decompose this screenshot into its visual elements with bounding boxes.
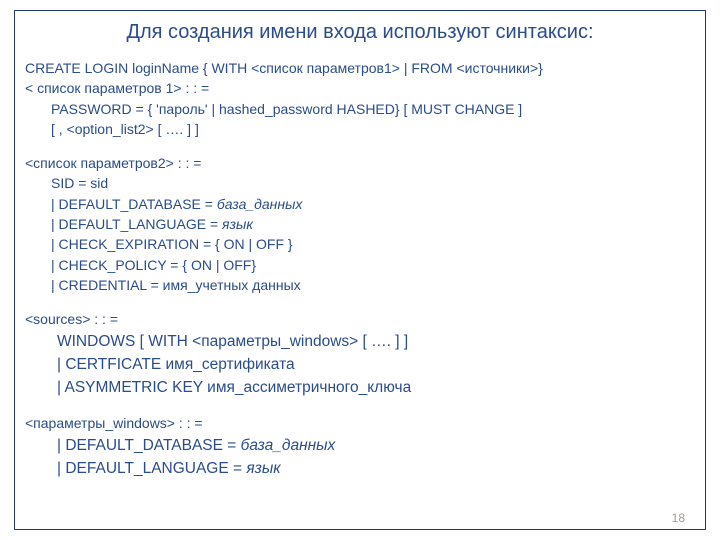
code-line: | CREDENTIAL = имя_учетных данных bbox=[25, 275, 695, 295]
code-line: | CHECK_EXPIRATION = { ON | OFF } bbox=[25, 234, 695, 254]
code-line: | ASYMMETRIC KEY имя_ассиметричного_ключ… bbox=[25, 376, 695, 399]
slide-content: CREATE LOGIN loginName { WITH <список па… bbox=[15, 58, 705, 480]
syntax-block-1: CREATE LOGIN loginName { WITH <список па… bbox=[25, 58, 695, 139]
slide-title: Для создания имени входа используют синт… bbox=[15, 21, 705, 44]
code-line: < список параметров 1> : : = bbox=[25, 78, 695, 98]
code-line: | DEFAULT_DATABASE = база_данных bbox=[25, 434, 695, 457]
code-line: WINDOWS [ WITH <параметры_windows> [ …. … bbox=[25, 330, 695, 353]
syntax-block-3: <sources> : : = WINDOWS [ WITH <параметр… bbox=[25, 309, 695, 399]
slide-frame: Для создания имени входа используют синт… bbox=[14, 10, 706, 530]
code-line: | DEFAULT_DATABASE = база_данных bbox=[25, 194, 695, 214]
code-line: SID = sid bbox=[25, 173, 695, 193]
code-line: | CHECK_POLICY = { ON | OFF} bbox=[25, 255, 695, 275]
code-line: PASSWORD = { 'пароль' | hashed_password … bbox=[25, 99, 695, 119]
code-line: | DEFAULT_LANGUAGE = язык bbox=[25, 457, 695, 480]
page-number: 18 bbox=[672, 511, 685, 525]
code-line: CREATE LOGIN loginName { WITH <список па… bbox=[25, 58, 695, 78]
code-line: <список параметров2> : : = bbox=[25, 153, 695, 173]
code-line: | CERTFICATE имя_сертификата bbox=[25, 353, 695, 376]
syntax-block-2: <список параметров2> : : = SID = sid | D… bbox=[25, 153, 695, 295]
code-line: <параметры_windows> : : = bbox=[25, 413, 695, 433]
code-line: <sources> : : = bbox=[25, 309, 695, 329]
syntax-block-4: <параметры_windows> : : = | DEFAULT_DATA… bbox=[25, 413, 695, 480]
code-line: [ , <option_list2> [ …. ] ] bbox=[25, 119, 695, 139]
code-line: | DEFAULT_LANGUAGE = язык bbox=[25, 214, 695, 234]
